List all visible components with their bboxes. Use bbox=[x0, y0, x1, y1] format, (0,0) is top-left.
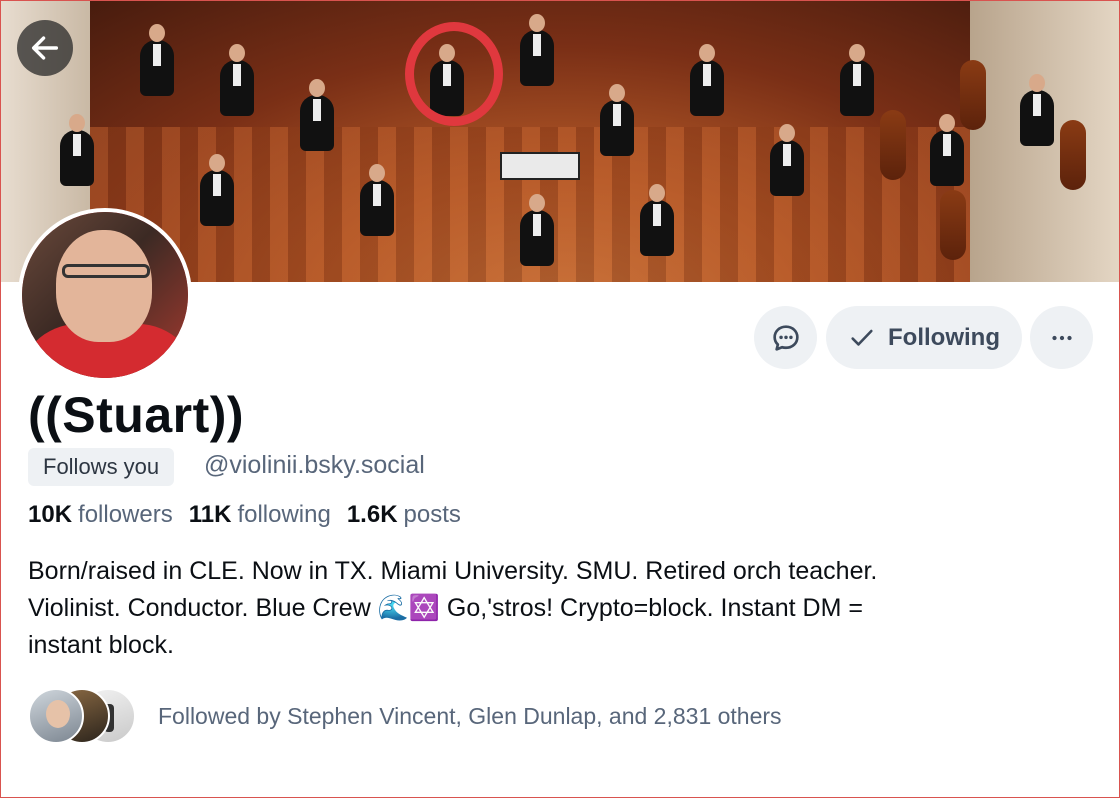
profile-handle[interactable]: @violinii.bsky.social bbox=[204, 451, 425, 480]
following-button-label: Following bbox=[888, 323, 1000, 351]
cello bbox=[1060, 120, 1086, 190]
cello bbox=[940, 190, 966, 260]
red-circle-annotation bbox=[405, 22, 503, 126]
following-button[interactable]: Following bbox=[826, 306, 1022, 369]
following-count: 11K bbox=[188, 501, 232, 528]
orchestra-musician bbox=[520, 14, 554, 86]
bio-line: Violinist. Conductor. Blue Crew 🌊✡️ Go,'… bbox=[28, 594, 863, 622]
posts-label: posts bbox=[403, 501, 461, 528]
profile-stats: 10K followers 11K following 1.6K posts bbox=[28, 501, 461, 529]
cello bbox=[880, 110, 906, 180]
conductor-podium bbox=[500, 152, 580, 180]
followed-by-text: Followed by Stephen Vincent, Glen Dunlap… bbox=[158, 702, 782, 729]
ellipsis-icon bbox=[1051, 335, 1072, 340]
cello bbox=[960, 60, 986, 130]
more-options-button[interactable] bbox=[1030, 306, 1093, 369]
orchestra-musician bbox=[140, 24, 174, 96]
orchestra-musician bbox=[840, 44, 874, 116]
following-stat[interactable]: 11K following bbox=[189, 501, 331, 529]
follows-you-badge: Follows you bbox=[28, 448, 175, 486]
display-name: ((Stuart)) bbox=[28, 387, 245, 443]
orchestra-musician bbox=[60, 114, 94, 186]
orchestra-musician bbox=[930, 114, 964, 186]
orchestra-musician bbox=[300, 79, 334, 151]
orchestra-musician bbox=[1020, 74, 1054, 146]
followers-label: followers bbox=[78, 501, 173, 528]
profile-bio: Born/raised in CLE. Now in TX. Miami Uni… bbox=[28, 553, 1088, 664]
followers-stat[interactable]: 10K followers bbox=[28, 501, 173, 529]
orchestra-musician bbox=[220, 44, 254, 116]
arrow-left-icon bbox=[31, 36, 59, 60]
following-label: following bbox=[237, 501, 331, 528]
orchestra-musician bbox=[640, 184, 674, 256]
message-button[interactable] bbox=[754, 306, 817, 369]
known-followers[interactable]: Followed by Stephen Vincent, Glen Dunlap… bbox=[28, 688, 782, 744]
checkmark-icon bbox=[851, 329, 873, 346]
orchestra-musician bbox=[600, 84, 634, 156]
orchestra-musician bbox=[690, 44, 724, 116]
posts-stat: 1.6K posts bbox=[347, 501, 461, 529]
chat-bubble-icon bbox=[772, 324, 799, 351]
avatar-face bbox=[56, 230, 152, 342]
bio-line: instant block. bbox=[28, 631, 174, 659]
back-button[interactable] bbox=[17, 20, 73, 76]
profile-avatar[interactable] bbox=[18, 208, 192, 382]
posts-count: 1.6K bbox=[346, 501, 398, 528]
orchestra-musician bbox=[200, 154, 234, 226]
avatar-glasses bbox=[62, 264, 150, 278]
orchestra-musician bbox=[360, 164, 394, 236]
follower-avatar bbox=[28, 688, 84, 744]
conductor-figure bbox=[520, 194, 554, 266]
followers-count: 10K bbox=[28, 501, 73, 528]
bio-line: Born/raised in CLE. Now in TX. Miami Uni… bbox=[28, 557, 878, 585]
orchestra-musician bbox=[770, 124, 804, 196]
